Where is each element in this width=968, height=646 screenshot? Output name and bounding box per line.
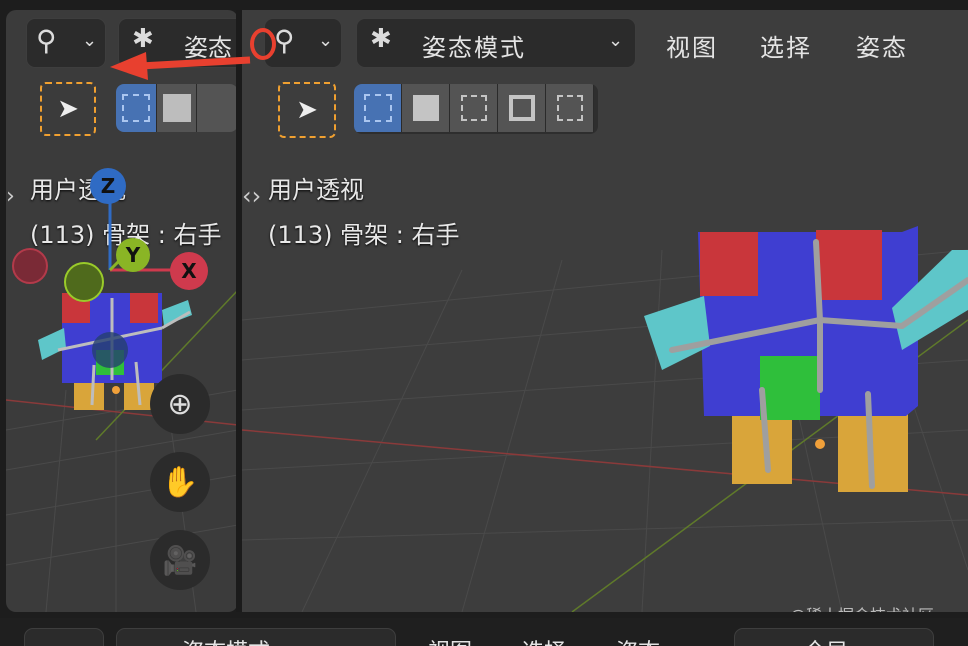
camera-icon: 🎥 xyxy=(162,543,198,577)
gizmo-neg-z-axis[interactable] xyxy=(92,332,128,368)
hand-icon: ✋ xyxy=(161,464,199,500)
annotation-arrow xyxy=(110,28,276,80)
gizmo-neg-x-axis[interactable] xyxy=(12,248,48,284)
pan-button[interactable]: ✋ xyxy=(150,452,210,512)
zoom-icon: ⊕ xyxy=(167,386,193,422)
expand-toolbar-arrow-icon[interactable]: ‹› xyxy=(242,182,261,210)
bottom-menu-pose[interactable]: 姿态 xyxy=(616,634,660,646)
bottom-orientation-label: 全局 xyxy=(804,634,848,646)
gizmo-x-axis[interactable]: X xyxy=(170,252,208,290)
zoom-button[interactable]: ⊕ xyxy=(150,374,210,434)
main-character-model xyxy=(644,226,968,492)
bottom-mode-label: 姿态模式 xyxy=(182,634,270,646)
gizmo-neg-y-axis[interactable] xyxy=(64,262,104,302)
gizmo-y-axis[interactable]: Y xyxy=(116,238,150,272)
watermark: @稀土掘金技术社区 xyxy=(790,602,934,612)
gizmo-z-axis[interactable]: Z xyxy=(90,168,126,204)
view-name: 用户透视 xyxy=(268,176,364,204)
bottom-header-bar: 姿态模式 视图 选择 姿态 全局 xyxy=(0,618,968,646)
bottom-object-type-dropdown[interactable] xyxy=(24,628,104,646)
object-info: (113) 骨架 : 右手 xyxy=(268,221,460,249)
bottom-menu-select[interactable]: 选择 xyxy=(522,634,566,646)
camera-button[interactable]: 🎥 xyxy=(150,530,210,590)
bottom-menu-view[interactable]: 视图 xyxy=(428,634,472,646)
